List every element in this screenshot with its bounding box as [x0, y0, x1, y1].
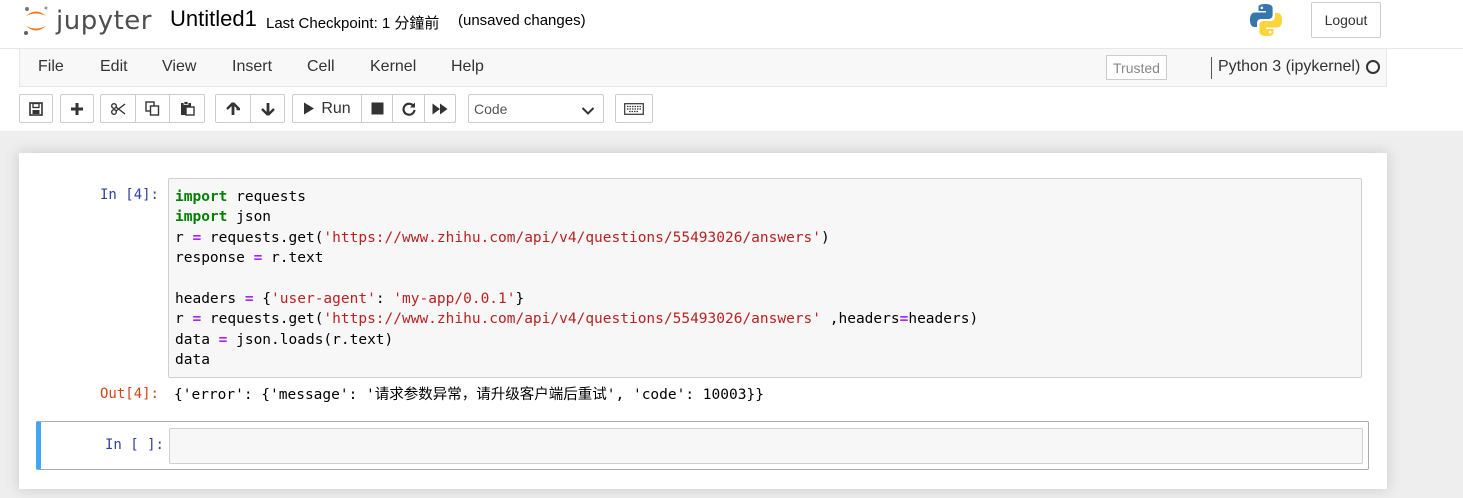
- jupyter-logo-text: jupyter: [56, 6, 152, 36]
- input-prompt: In [4]:: [99, 187, 159, 203]
- toolbar-group-shortcuts: [615, 94, 653, 123]
- trusted-indicator[interactable]: Trusted: [1106, 55, 1167, 80]
- restart-run-all-button[interactable]: [424, 94, 456, 123]
- move-down-button[interactable]: [250, 94, 285, 123]
- code-cell-input[interactable]: import requests import json r = requests…: [168, 178, 1362, 378]
- run-label: Run: [321, 99, 351, 117]
- paste-button[interactable]: [169, 94, 205, 123]
- play-icon: [303, 102, 315, 115]
- save-button[interactable]: [19, 94, 53, 123]
- fast-forward-icon: [432, 103, 448, 115]
- menu-cell[interactable]: Cell: [307, 58, 335, 76]
- arrow-down-icon: [260, 102, 275, 116]
- code-line: import json: [175, 209, 272, 226]
- code-cell-input[interactable]: [169, 428, 1363, 464]
- toolbar-group-move: [215, 94, 285, 123]
- toolbar-group-clipboard: [100, 94, 205, 123]
- kernel-name[interactable]: Python 3 (ipykernel): [1218, 58, 1360, 76]
- cell-output: {'error': {'message': '请求参数异常，请升级客户端后重试'…: [174, 387, 764, 403]
- code-line: data = json.loads(r.text): [175, 331, 394, 348]
- copy-button[interactable]: [135, 94, 170, 123]
- code-editor[interactable]: import requests import json r = requests…: [175, 187, 978, 371]
- chevron-down-icon: [581, 103, 595, 119]
- output-prompt: Out[4]:: [99, 386, 159, 402]
- menu-help[interactable]: Help: [451, 58, 484, 76]
- save-icon: [29, 101, 43, 116]
- jupyter-logo-icon: [22, 5, 50, 37]
- stop-icon: [371, 102, 384, 115]
- menu-view[interactable]: View: [162, 58, 196, 76]
- cell-type-value: Code: [474, 100, 508, 117]
- logout-button[interactable]: Logout: [1311, 2, 1381, 38]
- plus-icon: [70, 102, 84, 116]
- keyboard-icon: [624, 102, 644, 115]
- cell-type-select[interactable]: Code: [468, 94, 604, 123]
- kernel-idle-icon: [1366, 60, 1380, 74]
- code-line: import requests: [175, 189, 306, 205]
- restart-icon: [401, 102, 416, 116]
- toolbar-group-insert: [60, 94, 94, 123]
- notebook-title[interactable]: Untitled1: [170, 6, 257, 32]
- cut-icon: [110, 102, 126, 116]
- command-palette-button[interactable]: [615, 94, 653, 123]
- toolbar-group-run: Run: [292, 94, 456, 123]
- python-logo-icon: [1248, 2, 1284, 38]
- code-line: headers = {'user-agent': 'my-app/0.0.1'}: [175, 291, 525, 308]
- autosave-status: (unsaved changes): [458, 12, 586, 29]
- selected-code-cell[interactable]: In [ ]:: [36, 421, 1369, 470]
- toolbar-group-save: [19, 94, 53, 123]
- code-line: response = r.text: [175, 250, 324, 267]
- cut-button[interactable]: [100, 94, 136, 123]
- code-line: r = requests.get('https://www.zhihu.com/…: [175, 311, 979, 328]
- code-line: data: [175, 352, 210, 369]
- jupyter-logo[interactable]: jupyter: [22, 4, 152, 38]
- menu-kernel[interactable]: Kernel: [370, 58, 416, 76]
- copy-icon: [145, 101, 160, 116]
- interrupt-button[interactable]: [361, 94, 393, 123]
- menubar: File Edit View Insert Cell Kernel Help T…: [19, 49, 1387, 87]
- move-up-button[interactable]: [215, 94, 251, 123]
- code-line: r = requests.get('https://www.zhihu.com/…: [175, 229, 830, 246]
- notebook-container: In [4]: import requests import json r = …: [19, 153, 1387, 489]
- menu-insert[interactable]: Insert: [232, 58, 272, 76]
- arrow-up-icon: [226, 101, 240, 116]
- menu-edit[interactable]: Edit: [100, 58, 128, 76]
- paste-icon: [180, 101, 195, 116]
- checkpoint-status: Last Checkpoint: 1 分鐘前: [266, 15, 440, 32]
- run-button[interactable]: Run: [292, 94, 362, 123]
- input-prompt: In [ ]:: [104, 437, 164, 453]
- kernel-divider: [1211, 57, 1212, 79]
- restart-button[interactable]: [392, 94, 425, 123]
- insert-cell-button[interactable]: [60, 94, 94, 123]
- menu-file[interactable]: File: [38, 58, 64, 76]
